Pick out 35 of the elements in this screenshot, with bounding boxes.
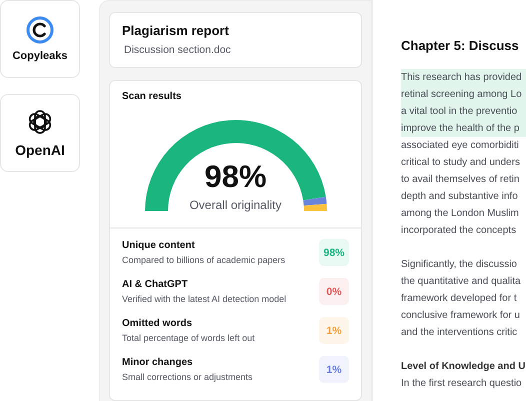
metric-title: Omitted words (122, 318, 194, 329)
text-line: among the London Muslim (401, 207, 520, 221)
metric-title: Unique content (122, 240, 196, 251)
metric-description: Small corrections or adjustments (122, 372, 253, 382)
report-title: Plagiarism report (122, 23, 230, 38)
metric-title: Minor changes (122, 357, 194, 368)
text-line: In the first research questio (401, 377, 523, 391)
percentage-badge: 0% (319, 278, 349, 305)
file-name: Discussion section.doc (124, 44, 232, 56)
text-line: Significantly, the discussio (401, 258, 518, 272)
percentage-badge: 1% (319, 356, 349, 383)
metric-description: Verified with the latest AI detection model (122, 294, 286, 304)
metric-description: Total percentage of words left out (122, 333, 255, 343)
logo-text: Copyleaks (12, 50, 68, 62)
text-line: framework developed for t (401, 292, 518, 306)
text-line: the quantitative and qualita (401, 275, 522, 289)
section-title: Scan results (121, 90, 182, 102)
document-heading: Chapter 5: Discuss (401, 38, 520, 53)
metric-description: Compared to billions of academic papers (122, 255, 286, 265)
text-line: incorporated the concepts (401, 224, 518, 238)
text-line: depth and substantive info (401, 190, 519, 204)
text-line: and the interventions critic (401, 326, 518, 340)
knot-logo-icon (26, 108, 54, 136)
copyleaks-logo-icon (26, 16, 54, 44)
logo-text: OpenAI (15, 142, 65, 158)
gauge-caption: Overall originality (188, 198, 283, 212)
percentage-badge: 98% (319, 239, 349, 266)
percentage-badge: 1% (319, 317, 349, 344)
gauge-value: 98% (203, 159, 268, 195)
text-line: to avail themselves of retin (401, 173, 520, 187)
text-line: associated eye comorbiditi (401, 139, 520, 153)
metric-title: AI & ChatGPT (122, 279, 189, 290)
text-line: critical to study and unders (401, 156, 521, 170)
text-line: conclusive framework for u (401, 309, 521, 323)
section-heading: Level of Knowledge and U (401, 360, 526, 374)
